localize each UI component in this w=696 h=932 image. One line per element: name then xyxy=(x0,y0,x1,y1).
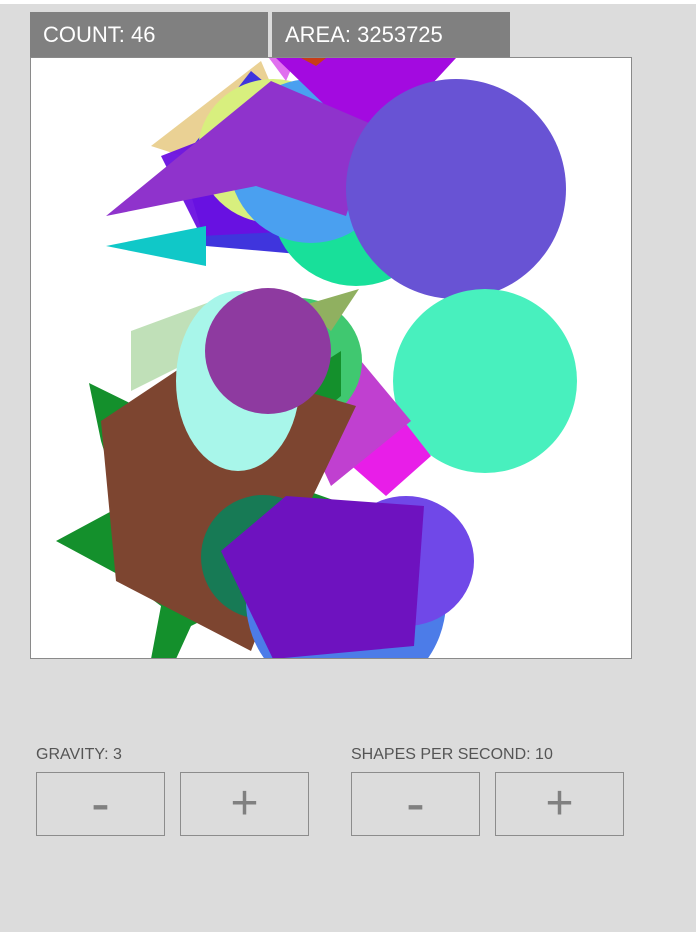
shape-triangle xyxy=(106,226,206,266)
shapes-canvas[interactable] xyxy=(30,57,632,659)
area-display: AREA: 3253725 xyxy=(272,12,510,57)
shapes-per-second-label: SHAPES PER SECOND: 10 xyxy=(351,746,553,763)
gravity-decrease-button[interactable]: - xyxy=(36,772,165,836)
shape-circle xyxy=(346,79,566,299)
count-display: COUNT: 46 xyxy=(30,12,268,57)
sps-increase-button[interactable]: + xyxy=(495,772,624,836)
minus-icon: - xyxy=(91,771,110,834)
gravity-label: GRAVITY: 3 xyxy=(36,746,122,763)
sps-decrease-button[interactable]: - xyxy=(351,772,480,836)
minus-icon: - xyxy=(406,771,425,834)
gravity-increase-button[interactable]: + xyxy=(180,772,309,836)
plus-icon: + xyxy=(230,777,259,830)
plus-icon: + xyxy=(545,777,574,830)
top-edge xyxy=(0,0,696,4)
shape-circle xyxy=(205,288,331,414)
